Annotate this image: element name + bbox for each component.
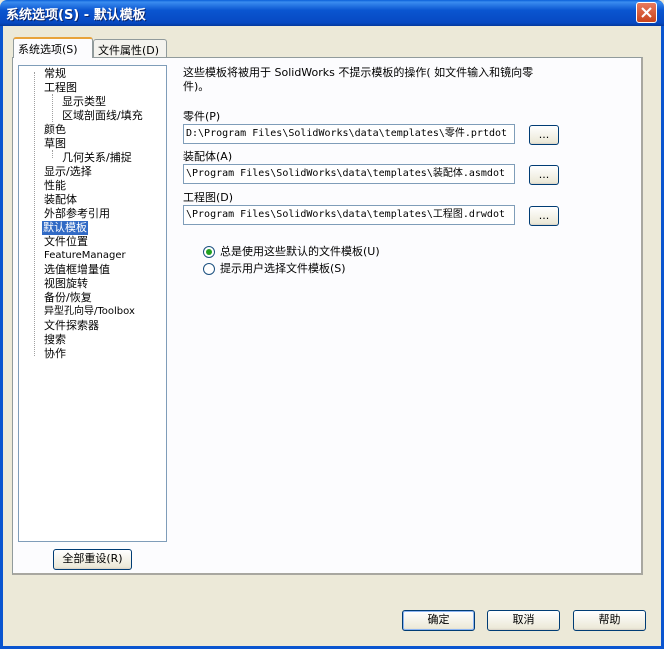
tree-connector [52,150,53,158]
radio-prompt-user-button[interactable] [203,263,215,275]
tree-item-search[interactable]: 搜索 [43,333,67,347]
reset-all-button[interactable]: 全部重设(R) [53,549,132,570]
tree-connector [52,94,53,122]
part-template-label: 零件(P) [183,110,221,123]
assembly-template-label: 装配体(A) [183,150,233,163]
tree-item-assemblies[interactable]: 装配体 [43,193,78,207]
tree-connector [34,72,35,356]
window-title: 系统选项(S) - 默认模板 [6,8,146,23]
tab-document-properties[interactable]: 文件属性(D) [93,39,167,58]
drawing-template-label: 工程图(D) [183,191,234,204]
title-bar: 系统选项(S) - 默认模板 [0,0,664,26]
tree-item-backup-recover[interactable]: 备份/恢复 [43,291,93,305]
tree-item-colors[interactable]: 颜色 [43,123,67,137]
templates-description: 这些模板将被用于 SolidWorks 不提示模板的操作( 如文件输入和镜向零件… [183,66,534,93]
close-button[interactable] [636,2,657,23]
tab-system-options-label: 系统选项(S) [18,43,78,56]
tree-item-default-templates[interactable]: 默认模板 [42,221,88,235]
tree-item-area-hatch-fill[interactable]: 区域剖面线/填充 [61,109,144,123]
tree-item-spin-box-increments[interactable]: 选值框增量值 [43,263,111,277]
tree-item-display-style[interactable]: 显示类型 [61,95,107,109]
tree-item-file-locations[interactable]: 文件位置 [43,235,89,249]
tree-item-hole-wizard-toolbox[interactable]: 异型孔向导/Toolbox [43,305,136,319]
tab-system-options[interactable]: 系统选项(S) [13,37,93,58]
radio-always-use-defaults-button[interactable] [203,246,215,258]
tree-item-collaboration[interactable]: 协作 [43,347,67,361]
tab-document-properties-label: 文件属性(D) [98,44,160,57]
radio-prompt-user-label: 提示用户选择文件模板(S) [220,262,346,275]
assembly-browse-button[interactable]: ... [529,165,559,185]
window-frame-left [0,26,3,649]
assembly-template-field[interactable]: \Program Files\SolidWorks\data\templates… [183,164,515,184]
cancel-button[interactable]: 取消 [487,610,560,631]
drawing-browse-button[interactable]: ... [529,206,559,226]
tree-item-drawings[interactable]: 工程图 [43,81,78,95]
tree-item-performance[interactable]: 性能 [43,179,67,193]
tree-item-display-selection[interactable]: 显示/选择 [43,165,93,179]
tree-item-relations-snaps[interactable]: 几何关系/捕捉 [61,151,133,165]
options-tree[interactable]: 常规 工程图 显示类型 区域剖面线/填充 颜色 草图 几何关系/捕捉 显示/选择… [18,65,167,542]
drawing-template-field[interactable]: \Program Files\SolidWorks\data\templates… [183,205,515,225]
tree-item-external-references[interactable]: 外部参考引用 [43,207,111,221]
tree-item-view-rotation[interactable]: 视图旋转 [43,277,89,291]
tree-item-featuremanager[interactable]: FeatureManager [43,249,127,263]
part-browse-button[interactable]: ... [529,125,559,145]
tree-item-sketch[interactable]: 草图 [43,137,67,151]
tree-item-general[interactable]: 常规 [43,67,67,81]
radio-always-use-defaults-label: 总是使用这些默认的文件模板(U) [220,245,380,258]
ok-button[interactable]: 确定 [402,610,475,631]
close-icon [641,7,652,18]
help-button[interactable]: 帮助 [573,610,646,631]
tree-item-file-explorer[interactable]: 文件探索器 [43,319,100,333]
part-template-field[interactable]: D:\Program Files\SolidWorks\data\templat… [183,124,515,144]
